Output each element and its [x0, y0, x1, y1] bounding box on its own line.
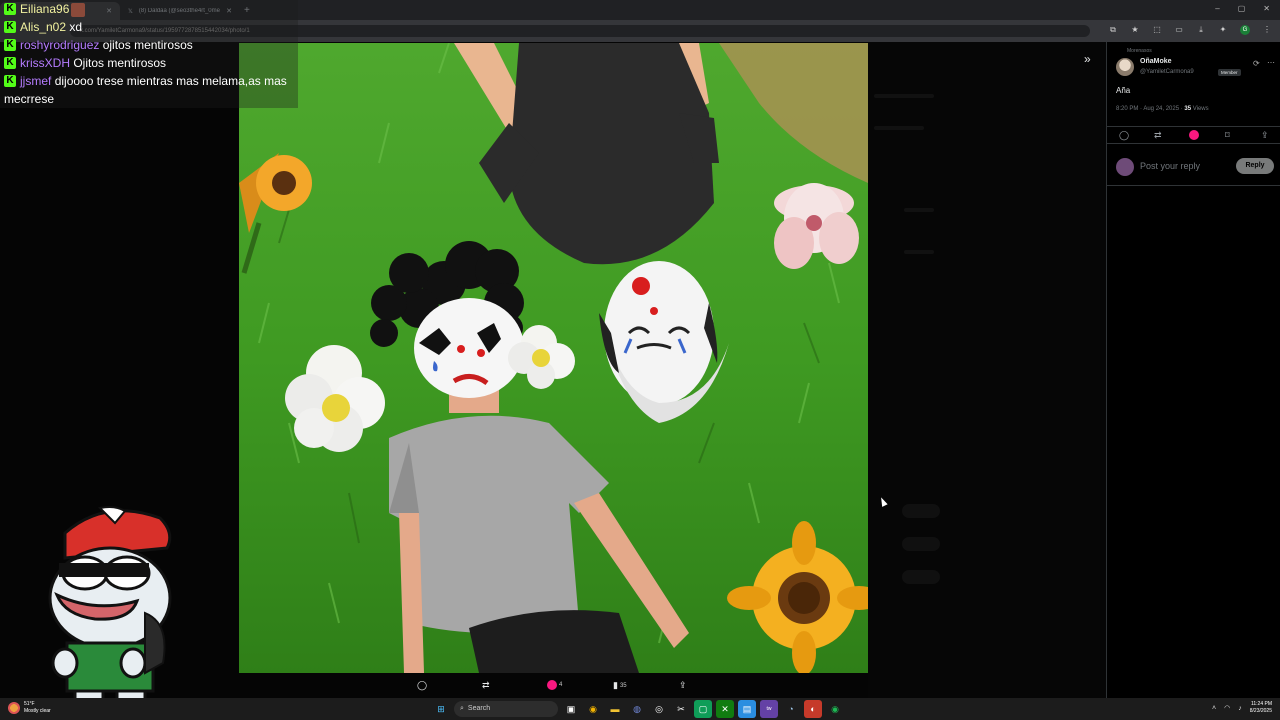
reply-action[interactable]: ◯	[417, 680, 427, 691]
xbox-icon[interactable]: ✕	[716, 700, 734, 718]
like-icon[interactable]	[1189, 130, 1199, 142]
spotify-icon[interactable]: ◉	[826, 700, 844, 718]
kick-badge-icon: K	[4, 75, 16, 87]
split-view-icon[interactable]: ▭	[1174, 25, 1184, 35]
search-icon: ⌕	[460, 705, 464, 712]
kick-badge-icon: K	[4, 3, 16, 15]
extensions-icon[interactable]: ⬚	[1152, 25, 1162, 35]
like-icon	[547, 680, 557, 690]
discord-icon[interactable]: ◍	[628, 700, 646, 718]
volume-icon[interactable]: ♪	[1238, 705, 1242, 712]
faded-button	[902, 504, 940, 518]
share-icon: ⇪	[679, 680, 687, 690]
install-icon[interactable]: ⧉	[1108, 25, 1118, 35]
capcut-icon[interactable]: ✂	[672, 700, 690, 718]
maximize-icon[interactable]: ▢	[1238, 4, 1246, 13]
kick-badge-icon: K	[4, 21, 16, 33]
repost-action[interactable]: ⇄	[482, 680, 490, 691]
bookmark-icon[interactable]: ⌑	[1225, 130, 1230, 141]
chat-message: K Alis_n02 xd	[4, 18, 294, 36]
collapse-sidebar-icon[interactable]: »	[1084, 52, 1091, 66]
faded-button	[902, 570, 940, 584]
steam-icon[interactable]: ◔	[782, 700, 800, 718]
bookmark-star-icon[interactable]: ★	[1130, 25, 1140, 35]
close-window-icon[interactable]: ✕	[1263, 4, 1270, 13]
profile-avatar[interactable]: G	[1240, 25, 1250, 35]
avatar[interactable]	[1116, 58, 1134, 76]
stream-chat: K Eiliana96 K Alis_n02 xd K roshyrodrigu…	[4, 0, 294, 108]
emote-icon	[71, 2, 86, 17]
chat-message: K Eiliana96	[4, 0, 294, 18]
start-icon[interactable]: ⊞	[432, 700, 450, 718]
post-detail-sidebar: Morenasos OñaMoke @YamiletCarmona9 Membe…	[1106, 42, 1280, 698]
weather-widget[interactable]: 51°F Mostly clear	[8, 701, 51, 715]
obs-icon[interactable]: ◎	[650, 700, 668, 718]
search-input[interactable]: ⌕ Search	[454, 701, 558, 717]
user-handle[interactable]: @YamiletCarmona9	[1140, 69, 1194, 75]
reply-composer: Post your reply Reply	[1107, 146, 1280, 186]
chat-message: Kjjsmef dijoooo trese mientras mas melam…	[4, 74, 287, 106]
app-green-icon[interactable]: ▢	[694, 700, 712, 718]
chevron-up-icon[interactable]: ˄	[1212, 705, 1216, 712]
taskbar-apps: ⊞ ⌕ Search ▣ ◉ ▬ ◍ ◎ ✂ ▢ ✕ ▤ tw ◔ ◐ ◉	[432, 700, 844, 718]
like-action[interactable]: 4	[547, 680, 562, 690]
chrome-icon[interactable]: ◉	[584, 700, 602, 718]
kick-badge-icon: K	[4, 39, 16, 51]
more-options-icon[interactable]: ⋯	[1267, 58, 1275, 67]
faded-text	[904, 250, 934, 254]
faded-text	[874, 126, 924, 130]
screen: ✕ 𝕏 (8) Daldaa (@seo3the4rt_0me... ✕ + –…	[0, 0, 1280, 720]
display-name[interactable]: OñaMoke	[1140, 58, 1172, 65]
artwork-illustration	[239, 43, 868, 673]
pepe-mascot-overlay	[48, 506, 172, 717]
wifi-icon[interactable]: ◠	[1224, 704, 1230, 712]
share-icon[interactable]: ⇪	[1261, 130, 1269, 141]
clock[interactable]: 11:24 PM 8/23/2025	[1250, 701, 1272, 715]
post-photo[interactable]	[239, 43, 868, 673]
download-icon[interactable]: ⤓	[1196, 25, 1206, 35]
post-text: Aña	[1116, 86, 1131, 95]
post-actions: ◯ ⇄ ⌑ ⇪	[1107, 126, 1280, 144]
faded-text	[874, 94, 934, 98]
minimize-icon[interactable]: –	[1215, 4, 1219, 13]
weather-icon	[8, 702, 20, 714]
task-view-icon[interactable]: ▣	[562, 700, 580, 718]
reply-input[interactable]: Post your reply	[1140, 161, 1200, 171]
share-action[interactable]: ⇪	[679, 680, 687, 691]
taskbar: 51°F Mostly clear ⊞ ⌕ Search ▣ ◉ ▬ ◍ ◎ ✂ ▢…	[0, 698, 1280, 720]
views-action[interactable]: ▮ 35	[613, 680, 627, 691]
avatar	[1116, 158, 1134, 176]
community-label[interactable]: Morenasos	[1127, 48, 1152, 54]
window-controls: – ▢ ✕	[1215, 4, 1270, 13]
background-post-faded	[868, 42, 1106, 698]
chat-message: K roshyrodriguez ojitos mentirosos	[4, 36, 294, 54]
faded-text	[904, 208, 934, 212]
twitch-icon[interactable]: tw	[760, 700, 778, 718]
reply-button[interactable]: Reply	[1236, 158, 1274, 174]
reply-icon: ◯	[417, 680, 428, 690]
extension-icon[interactable]: ✦	[1218, 25, 1228, 35]
reply-icon[interactable]: ◯	[1119, 130, 1129, 141]
lightbox-action-bar: ◯ ⇄ 4 ▮ 35 ⇪	[239, 676, 868, 696]
kick-badge-icon: K	[4, 57, 16, 69]
analytics-icon: ▮	[613, 680, 618, 690]
browser-toolbar: ⧉ ★ ⬚ ▭ ⤓ ✦ G ⋮	[1108, 25, 1272, 35]
active-app-icon[interactable]: ◐	[804, 700, 822, 718]
grok-icon[interactable]: ⟳	[1253, 59, 1260, 68]
system-tray: ˄ ◠ ♪ 11:24 PM 8/23/2025	[1212, 701, 1272, 715]
repost-icon[interactable]: ⇄	[1154, 130, 1162, 141]
file-explorer-icon[interactable]: ▬	[606, 700, 624, 718]
app-blue-icon[interactable]: ▤	[738, 700, 756, 718]
member-badge: Member	[1218, 69, 1241, 76]
faded-button	[902, 537, 940, 551]
repost-icon: ⇄	[482, 680, 490, 690]
post-meta: 8:20 PM · Aug 24, 2025 · 35 Views	[1116, 106, 1209, 112]
chat-message: K krissXDH Ojitos mentirosos	[4, 54, 294, 72]
menu-icon[interactable]: ⋮	[1262, 25, 1272, 35]
